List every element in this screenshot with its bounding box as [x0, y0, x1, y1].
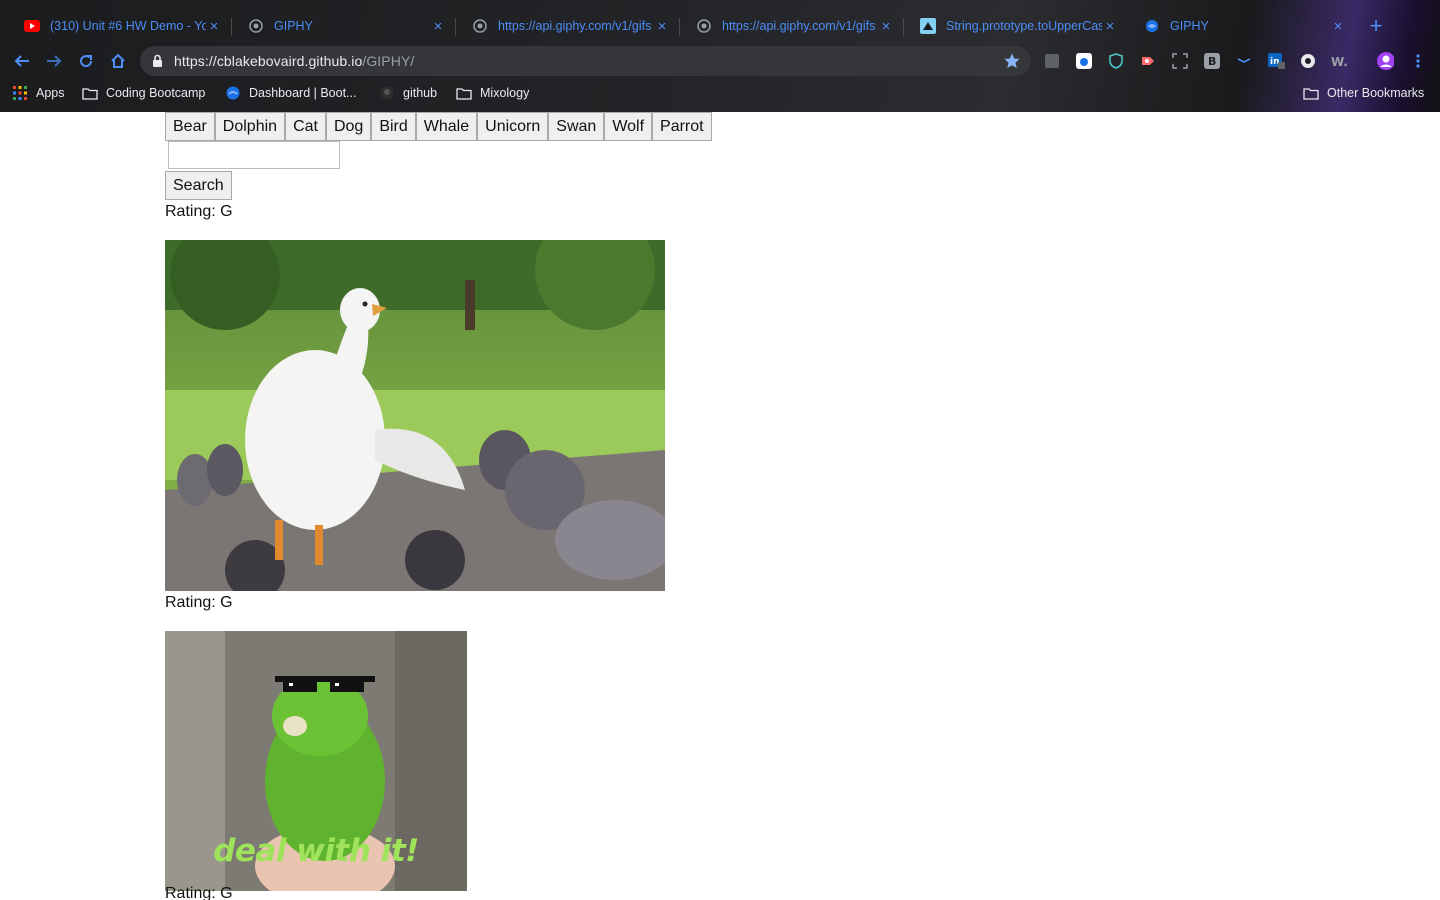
rating-label: Rating: G — [165, 594, 233, 611]
tab-title: String.prototype.toUpperCase — [946, 19, 1102, 33]
w-extension-icon[interactable]: W. — [1331, 52, 1349, 70]
back-icon[interactable] — [10, 49, 34, 73]
apps-grid-icon — [12, 85, 28, 101]
browser-toolbar: https://cblakebovaird.github.io/GIPHY/ B… — [0, 44, 1440, 78]
topic-button-wolf[interactable]: Wolf — [604, 112, 653, 141]
folder-icon — [1303, 85, 1319, 101]
topic-button-dog[interactable]: Dog — [325, 112, 372, 141]
bookmark-star-icon[interactable] — [1003, 52, 1021, 75]
circle-extension-icon[interactable] — [1299, 52, 1317, 70]
topic-button-whale[interactable]: Whale — [415, 112, 478, 141]
close-icon[interactable]: × — [654, 18, 670, 35]
bookmark-label: Apps — [36, 86, 65, 100]
bookmark-dashboard[interactable]: Dashboard | Boot... — [225, 84, 356, 102]
topic-button-unicorn[interactable]: Unicorn — [477, 112, 549, 141]
bookmark-label: Dashboard | Boot... — [249, 86, 357, 100]
page-content: Bear Dolphin Cat Dog Bird Whale Unicorn … — [0, 112, 1440, 900]
cloud-extension-icon[interactable] — [1075, 52, 1093, 70]
close-icon[interactable]: × — [430, 18, 446, 35]
globe-icon — [1144, 18, 1160, 34]
bold-extension-icon[interactable]: B — [1203, 52, 1221, 70]
video-extension-icon[interactable] — [1139, 52, 1157, 70]
close-icon[interactable]: × — [206, 18, 222, 35]
search-input[interactable] — [168, 141, 340, 169]
globe-icon — [696, 18, 712, 34]
home-icon[interactable] — [106, 49, 130, 73]
tab-title: https://api.giphy.com/v1/gifs — [498, 19, 652, 33]
tab-title: GIPHY — [1170, 19, 1209, 33]
url-host: https://cblakebovaird.github.io — [174, 53, 363, 69]
folder-icon — [82, 85, 98, 101]
topic-button-parrot[interactable]: Parrot — [652, 112, 712, 141]
github-icon — [379, 85, 395, 101]
forward-icon[interactable] — [42, 49, 66, 73]
tab-mdn[interactable]: String.prototype.toUpperCase × — [906, 8, 1128, 44]
close-icon[interactable]: × — [878, 18, 894, 35]
bookmark-label: Coding Bootcamp — [106, 86, 206, 100]
bookmark-github[interactable]: github — [379, 84, 437, 102]
tab-api-2[interactable]: https://api.giphy.com/v1/gifs × — [682, 8, 904, 44]
rating-label: Rating: G — [165, 203, 233, 220]
search-button[interactable]: Search — [165, 171, 232, 200]
tab-api-1[interactable]: https://api.giphy.com/v1/gifs × — [458, 8, 680, 44]
menu-dots-icon[interactable] — [1409, 52, 1427, 70]
url-text: https://cblakebovaird.github.io/GIPHY/ — [174, 53, 414, 69]
tab-youtube[interactable]: (310) Unit #6 HW Demo - YouTube × — [10, 8, 232, 44]
bookmark-label: Other Bookmarks — [1327, 86, 1425, 100]
duck-gif-illustration — [165, 240, 665, 591]
reload-icon[interactable] — [74, 49, 98, 73]
tab-title: https://api.giphy.com/v1/gifs — [722, 19, 876, 33]
folder-icon — [456, 85, 472, 101]
new-tab-button[interactable]: + — [1364, 14, 1388, 38]
globe-icon — [472, 18, 488, 34]
bookmark-mixology[interactable]: Mixology — [456, 84, 529, 102]
mdn-icon — [920, 18, 936, 34]
lock-icon — [152, 54, 163, 73]
arrows-extension-icon[interactable] — [1235, 52, 1253, 70]
topic-button-dolphin[interactable]: Dolphin — [214, 112, 286, 141]
tab-strip: (310) Unit #6 HW Demo - YouTube × GIPHY … — [0, 0, 1440, 44]
address-bar[interactable]: https://cblakebovaird.github.io/GIPHY/ — [140, 46, 1031, 76]
gif-image-duck[interactable] — [165, 240, 665, 591]
shield-icon[interactable] — [1107, 52, 1125, 70]
bookmark-other[interactable]: Other Bookmarks — [1303, 84, 1424, 102]
tab-giphy[interactable]: GIPHY × — [234, 8, 456, 44]
globe-icon — [225, 85, 241, 101]
youtube-icon — [24, 18, 40, 34]
bookmark-apps[interactable]: Apps — [12, 84, 65, 102]
topic-button-bird[interactable]: Bird — [371, 112, 416, 141]
topic-button-bear[interactable]: Bear — [165, 112, 215, 141]
extension-icon[interactable] — [1043, 52, 1061, 70]
url-path: /GIPHY/ — [362, 53, 415, 69]
rating-label: Rating: G — [165, 885, 233, 900]
gif-image-parrot[interactable]: deal with it! — [165, 631, 467, 891]
close-icon[interactable]: × — [1330, 18, 1346, 35]
bookmarks-bar: Apps Coding Bootcamp Dashboard | Boot...… — [0, 80, 1440, 106]
bookmark-label: github — [403, 86, 438, 100]
gif-caption: deal with it! — [213, 833, 419, 869]
browser-chrome: (310) Unit #6 HW Demo - YouTube × GIPHY … — [0, 0, 1440, 112]
close-icon[interactable]: × — [1102, 18, 1118, 35]
profile-avatar-icon[interactable] — [1376, 52, 1394, 70]
svg-text:W.: W. — [1331, 55, 1348, 68]
globe-icon — [248, 18, 264, 34]
bookmark-coding-bootcamp[interactable]: Coding Bootcamp — [82, 84, 205, 102]
tab-giphy-active[interactable]: GIPHY × — [1130, 8, 1356, 44]
screenshot-icon[interactable] — [1171, 52, 1189, 70]
tab-title: (310) Unit #6 HW Demo - YouTube — [50, 19, 206, 33]
topic-button-swan[interactable]: Swan — [548, 112, 605, 141]
svg-text:B: B — [1208, 55, 1216, 68]
linkedin-icon[interactable]: in — [1267, 52, 1285, 70]
topic-button-cat[interactable]: Cat — [285, 112, 326, 141]
topic-button-row: Bear Dolphin Cat Dog Bird Whale Unicorn … — [165, 112, 712, 141]
tab-title: GIPHY — [274, 19, 313, 33]
bookmark-label: Mixology — [480, 86, 530, 100]
